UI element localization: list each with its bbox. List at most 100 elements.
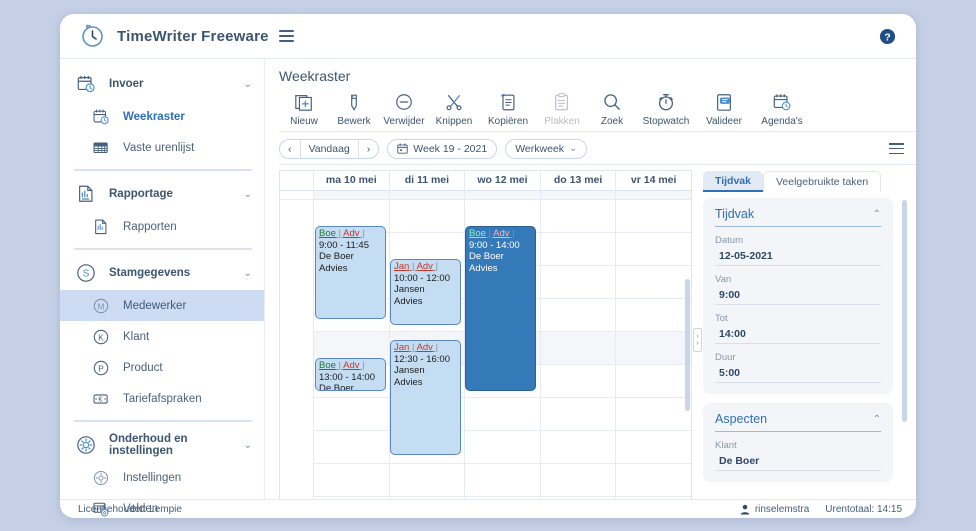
- calendar-clock-icon: [93, 109, 109, 124]
- toolbar-paste-button[interactable]: Plakken: [537, 90, 587, 127]
- event-client: Jansen: [394, 365, 425, 376]
- event-tags: Boe | Adv |: [319, 360, 382, 372]
- sidebar-item-velden[interactable]: Velden: [60, 493, 264, 518]
- details-panel-scrollbar[interactable]: [902, 200, 907, 422]
- calendar-clock-icon: [772, 90, 792, 113]
- card-title: Aspecten: [715, 412, 768, 426]
- sidebar-group-label: Rapportage: [109, 188, 173, 200]
- calendar-scrollbar[interactable]: [685, 279, 690, 411]
- field-value[interactable]: 5:00: [715, 365, 881, 383]
- field-label: Tot: [715, 313, 728, 324]
- event-tag-sep: |: [409, 261, 417, 272]
- hour-label: 12:00: [283, 334, 311, 346]
- toolbar-stopwatch-button[interactable]: Stopwatch: [637, 90, 695, 127]
- sidebar-item-weekraster[interactable]: Weekraster: [60, 101, 264, 132]
- view-label: Werkweek: [515, 142, 565, 155]
- toolbar-label: Agenda's: [761, 116, 803, 127]
- all-day-cell-3[interactable]: [541, 191, 617, 199]
- calendar-options-hamburger-icon[interactable]: [889, 143, 904, 154]
- hour-label: 11:00: [284, 301, 311, 313]
- sidebar-item-label: Product: [123, 361, 163, 374]
- all-day-cell-0[interactable]: [314, 191, 390, 199]
- all-day-cell-1[interactable]: [390, 191, 466, 199]
- all-day-cell-4[interactable]: [616, 191, 691, 199]
- sidebar-item-klant[interactable]: K Klant: [60, 321, 264, 352]
- card-header[interactable]: Tijdvak ⌃: [715, 207, 881, 227]
- event-tag-sep2: |: [359, 228, 365, 239]
- calendar-event[interactable]: Jan | Adv | 12:30 - 16:00 Jansen Advies: [390, 340, 461, 455]
- toolbar-label: Knippen: [435, 116, 473, 127]
- tab-tijdvak[interactable]: Tijdvak: [703, 171, 763, 192]
- sidebar-item-label: Velden: [123, 502, 159, 515]
- field-duur: Duur 5:00: [715, 352, 881, 383]
- current-user[interactable]: rinselemstra: [740, 504, 809, 515]
- event-tag-sep2: |: [509, 228, 515, 239]
- toolbar-label: Nieuw: [290, 116, 318, 127]
- report-chart-icon: [79, 185, 93, 202]
- day-header-1[interactable]: di 11 mei: [390, 171, 466, 190]
- hour-label: 13:00: [283, 367, 311, 379]
- sidebar-item-vaste-urenlijst[interactable]: Vaste urenlijst: [60, 132, 264, 163]
- day-header-4[interactable]: vr 14 mei: [616, 171, 691, 190]
- svg-text:M: M: [98, 302, 105, 311]
- tab-veelgebruikte-taken[interactable]: Veelgebruikte taken: [763, 171, 882, 192]
- all-day-cell-2[interactable]: [465, 191, 541, 199]
- collapse-panel-handle[interactable]: ‹ ›: [693, 328, 702, 352]
- sidebar-item-medewerker[interactable]: M Medewerker: [60, 290, 264, 321]
- sidebar-item-product[interactable]: P Product: [60, 352, 264, 383]
- toolbar-validate-button[interactable]: Valideer: [695, 90, 753, 127]
- card-header[interactable]: Aspecten ⌃: [715, 412, 881, 432]
- calendar-event[interactable]: Boe | Adv | 13:00 - 14:00 De Boer Advies: [315, 358, 386, 391]
- sidebar-group-rapportage[interactable]: Rapportage ⌄: [60, 177, 264, 211]
- day-header-0[interactable]: ma 10 mei: [314, 171, 390, 190]
- field-value[interactable]: De Boer: [715, 453, 881, 471]
- circle-p-icon: P: [93, 360, 109, 375]
- sidebar-item-rapporten[interactable]: Rapporten: [60, 211, 264, 242]
- next-week-button[interactable]: ›: [357, 139, 378, 158]
- field-label: Klant: [715, 440, 737, 451]
- sidebar-item-instellingen[interactable]: Instellingen: [60, 462, 264, 493]
- calendar-event-selected[interactable]: Boe | Adv | 9:00 - 14:00 De Boer Advies: [465, 226, 536, 391]
- field-label: Duur: [715, 352, 736, 363]
- day-header-2[interactable]: wo 12 mei: [465, 171, 541, 190]
- calendar-day-header: ma 10 mei di 11 mei wo 12 mei do 13 mei …: [280, 171, 691, 191]
- toolbar-agendas-button[interactable]: Agenda's: [753, 90, 811, 127]
- all-day-row[interactable]: [280, 191, 691, 200]
- field-value[interactable]: 12-05-2021: [715, 248, 881, 266]
- toolbar-search-button[interactable]: Zoek: [587, 90, 637, 127]
- field-value[interactable]: 9:00: [715, 287, 881, 305]
- field-label: Van: [715, 274, 732, 285]
- sidebar-group-invoer[interactable]: Invoer ⌄: [60, 67, 264, 101]
- hamburger-icon[interactable]: [278, 30, 294, 42]
- toolbar-cut-button[interactable]: Knippen: [429, 90, 479, 127]
- event-tag-sep: |: [409, 342, 417, 353]
- field-value[interactable]: 14:00: [715, 326, 881, 344]
- day-header-3[interactable]: do 13 mei: [541, 171, 617, 190]
- circle-m-icon: M: [93, 298, 109, 313]
- sidebar-item-tariefafspraken[interactable]: € Tariefafspraken: [60, 383, 264, 414]
- event-client: De Boer: [469, 251, 504, 262]
- sidebar-divider: [74, 169, 252, 171]
- calendar-event[interactable]: Jan | Adv | 10:00 - 12:00 Jansen Advies: [390, 259, 461, 325]
- card-tijdvak: Tijdvak ⌃ Datum 12-05-2021 Van 9:00 Tot …: [703, 198, 893, 394]
- help-circle-icon[interactable]: ?: [879, 28, 896, 45]
- event-tags: Jan | Adv |: [394, 342, 457, 354]
- event-tag-client: Jan: [394, 342, 410, 353]
- hour-label: 8:00: [289, 202, 311, 214]
- calendar-event[interactable]: Boe | Adv | 9:00 - 11:45 De Boer Advies: [315, 226, 386, 319]
- sidebar-group-stamgegevens[interactable]: S Stamgegevens ⌄: [60, 256, 264, 290]
- toolbar-copy-button[interactable]: Kopiëren: [479, 90, 537, 127]
- toolbar-delete-button[interactable]: Verwijder: [379, 90, 429, 127]
- toolbar-new-button[interactable]: Nieuw: [279, 90, 329, 127]
- week-label: Week 19 - 2021: [413, 142, 488, 155]
- event-tag-product: Adv: [343, 360, 360, 371]
- view-select[interactable]: Werkweek ⌄: [505, 138, 588, 159]
- field-datum: Datum 12-05-2021: [715, 235, 881, 266]
- chevron-left-icon: ‹: [696, 333, 699, 340]
- week-picker-button[interactable]: Week 19 - 2021: [387, 138, 498, 159]
- today-button[interactable]: Vandaag: [299, 139, 358, 158]
- sidebar-group-onderhoud[interactable]: Onderhoud en instellingen ⌄: [60, 428, 264, 462]
- toolbar-edit-button[interactable]: Bewerk: [329, 90, 379, 127]
- event-client: De Boer: [319, 383, 354, 391]
- prev-week-button[interactable]: ‹: [280, 140, 299, 158]
